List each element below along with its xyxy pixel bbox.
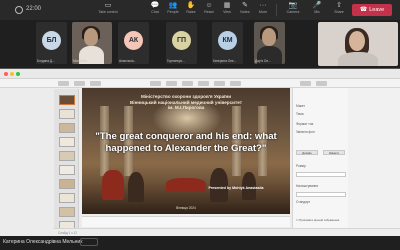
side-panel [348,88,400,228]
slide-figure [128,172,144,202]
self-video[interactable] [318,22,398,66]
powerpoint-ribbon [0,79,400,88]
slide-counter: Слайд 1 з 12 [58,231,78,235]
ribbon-button[interactable] [198,81,209,86]
slide-figure [102,170,124,200]
slide-city-year: Вінниця 2024 [176,206,196,210]
take-control-icon: ▭ [104,2,112,9]
camera-button[interactable]: 📷 Camera [280,2,306,18]
participant-name: Горпинчук... [167,59,185,63]
slide-figure [210,168,228,202]
slide-thumbnail-7[interactable] [59,179,75,189]
checkbox-label: Приховати фонові зображення [299,218,340,222]
meeting-toolbar: 22:00 ▭ Take control 💬 Chat 👥 People ✋ R… [0,0,400,20]
slide-thumbnails [54,89,79,235]
participant-tile[interactable]: ГП Горпинчук... [166,22,197,64]
share-icon: ⇧ [336,2,342,9]
ribbon-button[interactable] [166,81,177,86]
participant-tile[interactable]: КМ Катерина Олє... [212,22,243,64]
panel-label: Розмір [296,164,306,168]
timer-icon [15,6,23,14]
slide-thumbnail-4[interactable] [59,137,75,147]
participant-tile[interactable]: АК Анастасія... [118,22,149,64]
ribbon-button[interactable] [214,81,225,86]
participant-tile[interactable]: БЛ Богдана Д... [36,22,67,64]
slide-thumbnail-9[interactable] [59,207,75,217]
maximize-window-icon[interactable] [16,72,20,76]
avatar: БЛ [42,31,61,50]
participant-name: Катерина Олє... [213,59,237,63]
take-control-button[interactable]: ▭ Take control [94,2,122,18]
slide-thumbnail-6[interactable] [59,165,75,175]
ribbon-button[interactable] [300,81,311,86]
avatar: АК [124,31,143,50]
slide-title: "The great conqueror and his end: what h… [95,131,277,154]
ribbon-button[interactable] [182,81,193,86]
participant-video-tile[interactable]: Михайлів... [72,22,112,64]
camera-icon: 📷 [288,2,298,9]
panel-label: Змінити фон [296,130,315,134]
meeting-timer: 22:00 [26,6,42,12]
slide-header: Міністерство охорони здоров'я України Ві… [82,94,290,111]
self-video-face [349,31,365,51]
ribbon-button[interactable] [150,81,161,86]
current-slide[interactable]: Міністерство охорони здоров'я України Ві… [82,88,290,214]
phone-icon: ☎ [359,7,368,13]
format-background-panel: Макет Тема Формат тла Змінити фон Дизайн… [292,88,348,228]
participant-name: Дар'я Ол... [255,59,271,63]
leave-button[interactable]: ☎ Leave [352,4,392,16]
slide-thumbnail-5[interactable] [59,151,75,161]
close-window-icon[interactable] [4,72,8,76]
view-control-button[interactable] [80,238,98,246]
slide-header-line: ім. М.І.Пирогова [167,105,205,111]
settings-dropdown[interactable] [296,192,346,197]
panel-label: Налаштування [296,184,319,188]
participant-name: Анастасія... [119,59,137,63]
ribbon-button[interactable] [230,81,241,86]
ribbon-button[interactable] [316,81,327,86]
participant-face [262,28,276,46]
avatar: ГП [172,31,191,50]
panel-label: Стандарт [296,200,311,204]
participant-name: Богдана Д... [37,59,55,63]
speaker-notes[interactable] [82,216,290,227]
size-dropdown[interactable] [296,172,346,177]
slide-presenter: Presented by Mohtyk Anastasiia [208,186,264,190]
share-button[interactable]: ⇧ Share [326,2,352,18]
ribbon-button[interactable] [90,81,101,86]
avatar: КМ [218,31,237,50]
more-icon: ··· [259,2,267,9]
ribbon-button[interactable] [58,81,69,86]
change-button[interactable]: Змінити [323,150,345,155]
panel-label: Макет [296,104,306,108]
shared-screen: Міністерство охорони здоров'я України Ві… [0,68,400,237]
slide-thumbnail-2[interactable] [59,109,75,119]
slide-thumbnail-8[interactable] [59,193,75,203]
panel-label: Формат тла [296,122,314,126]
slide-thumbnail-1[interactable] [59,95,75,105]
more-button[interactable]: ··· More [250,2,276,18]
participant-video-tile[interactable]: Дар'я Ол... [254,22,285,64]
window-titlebar [0,69,400,79]
presenter-caption-bar: Катерина Олександрівна Мельник [0,236,400,250]
ribbon-button[interactable] [74,81,85,86]
hide-background-checkbox[interactable]: ☐ Приховати фонові зображення [296,218,339,222]
minimize-window-icon[interactable] [10,72,14,76]
participant-face [84,28,98,46]
toolbar-divider [276,4,277,16]
design-button[interactable]: Дизайн [296,150,318,155]
self-video-body [338,52,378,66]
presenter-name: Катерина Олександрівна Мельник [3,239,83,245]
panel-label: Тема [296,112,304,116]
participant-name: Михайлів... [73,59,90,63]
slide-thumbnail-3[interactable] [59,123,75,133]
